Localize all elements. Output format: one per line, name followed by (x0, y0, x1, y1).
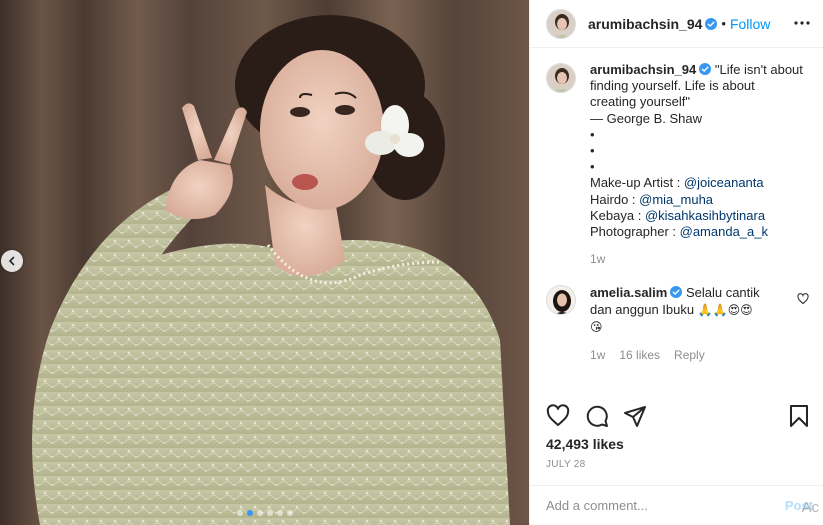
caption-text-line: — George B. Shaw (590, 110, 702, 126)
paper-plane-icon[interactable] (623, 404, 647, 428)
caption: arumibachsin_94 "Life isn't about findin… (546, 62, 813, 267)
comment-body: amelia.salim Selalu cantik dan anggun Ib… (590, 285, 780, 363)
comment-emoji: 😘 (590, 320, 603, 335)
verified-badge-icon (699, 63, 712, 75)
caption-text-line: "Life isn't about (714, 62, 803, 77)
carousel-dot (276, 510, 283, 516)
caption-text-line: • (590, 159, 595, 175)
comment-username[interactable]: amelia.salim (590, 285, 667, 300)
credit-line: Kebaya : @kisahkasihbytinara (590, 208, 803, 224)
screen-watermark: Ac (801, 499, 819, 516)
author-username-text[interactable]: arumibachsin_94 (588, 16, 702, 32)
comment-meta: 1w 16 likes Reply (590, 347, 780, 364)
verified-badge-icon (705, 17, 718, 30)
bookmark-icon[interactable] (787, 404, 811, 428)
verified-badge-icon (670, 286, 683, 299)
carousel-prev-button[interactable] (1, 250, 23, 272)
comment-third-line: 😘 (590, 319, 780, 336)
credit-line: Hairdo : @mia_muha (590, 192, 803, 208)
caption-text-line: • (590, 126, 595, 142)
credit-line: Make-up Artist : @joiceananta (590, 175, 803, 191)
chevron-left-icon (8, 256, 15, 266)
mention-link[interactable]: @kisahkasihbytinara (645, 208, 765, 223)
post-actions (546, 400, 811, 430)
follow-button[interactable]: Follow (730, 16, 770, 32)
author-username[interactable]: arumibachsin_94 (588, 16, 718, 32)
credit-line: Photographer : @amanda_a_k (590, 224, 803, 240)
credit-label: Photographer : (590, 224, 680, 240)
avatar-image (547, 64, 575, 92)
post-date[interactable]: JULY 28 (546, 459, 586, 470)
mention-link[interactable]: @amanda_a_k (680, 224, 768, 239)
header-separator: • (721, 16, 726, 31)
carousel-dot (286, 510, 293, 516)
caption-body: arumibachsin_94 "Life isn't about findin… (590, 62, 803, 267)
caption-username[interactable]: arumibachsin_94 (590, 62, 696, 77)
comment-second-line: dan anggun Ibuku 🙏🙏😍😍 (590, 302, 780, 319)
mention-link[interactable]: @joiceananta (684, 175, 764, 190)
post-likes-count[interactable]: 42,493 likes (546, 436, 624, 452)
caption-avatar[interactable] (546, 63, 576, 93)
credit-label: Kebaya : (590, 207, 645, 223)
credit-label: Make-up Artist : (590, 175, 684, 191)
instagram-post-modal: arumibachsin_94 • Follow arumibachsin_94… (0, 0, 823, 525)
carousel-dots (0, 510, 529, 516)
comment-text: Selalu cantik (685, 285, 760, 301)
add-comment-bar: Post Ac (530, 485, 823, 525)
avatar-image (547, 9, 575, 38)
caption-meta: 1w (590, 251, 803, 267)
mention-link[interactable]: @mia_muha (639, 192, 713, 207)
comment-emoji: 🙏🙏😍😍 (697, 303, 753, 318)
comment-time[interactable]: 1w (590, 348, 605, 362)
caption-time[interactable]: 1w (590, 252, 605, 266)
comment-item: amelia.salim Selalu cantik dan anggun Ib… (546, 285, 813, 363)
photo-image (0, 0, 529, 525)
post-side-panel: arumibachsin_94 • Follow arumibachsin_94… (529, 0, 823, 525)
caption-text-line: creating yourself" (590, 94, 690, 110)
post-header: arumibachsin_94 • Follow (530, 0, 823, 48)
author-avatar[interactable] (546, 8, 576, 39)
comments-list: arumibachsin_94 "Life isn't about findin… (546, 62, 813, 364)
comment-like-heart-icon[interactable] (797, 293, 809, 305)
comment-text: dan anggun Ibuku (590, 302, 695, 318)
caption-text-line: • (590, 143, 595, 159)
carousel-dot (246, 510, 253, 516)
heart-icon[interactable] (546, 404, 570, 428)
reply-button[interactable]: Reply (674, 348, 705, 362)
avatar-image (547, 286, 575, 315)
carousel-dot (236, 510, 243, 516)
post-photo[interactable] (0, 0, 529, 525)
comment-input[interactable] (546, 498, 766, 513)
comment-likes[interactable]: 16 likes (619, 348, 660, 362)
comment-bubble-icon[interactable] (585, 404, 609, 428)
credit-label: Hairdo : (590, 191, 640, 207)
more-options-icon[interactable] (793, 14, 811, 32)
caption-text-line: finding yourself. Life is about (590, 78, 755, 94)
commenter-avatar[interactable] (546, 285, 576, 316)
caption-first-line: arumibachsin_94 "Life isn't about (590, 62, 803, 78)
comment-first-line: amelia.salim Selalu cantik (590, 285, 780, 302)
carousel-dot (256, 510, 263, 516)
carousel-dot (266, 510, 273, 516)
